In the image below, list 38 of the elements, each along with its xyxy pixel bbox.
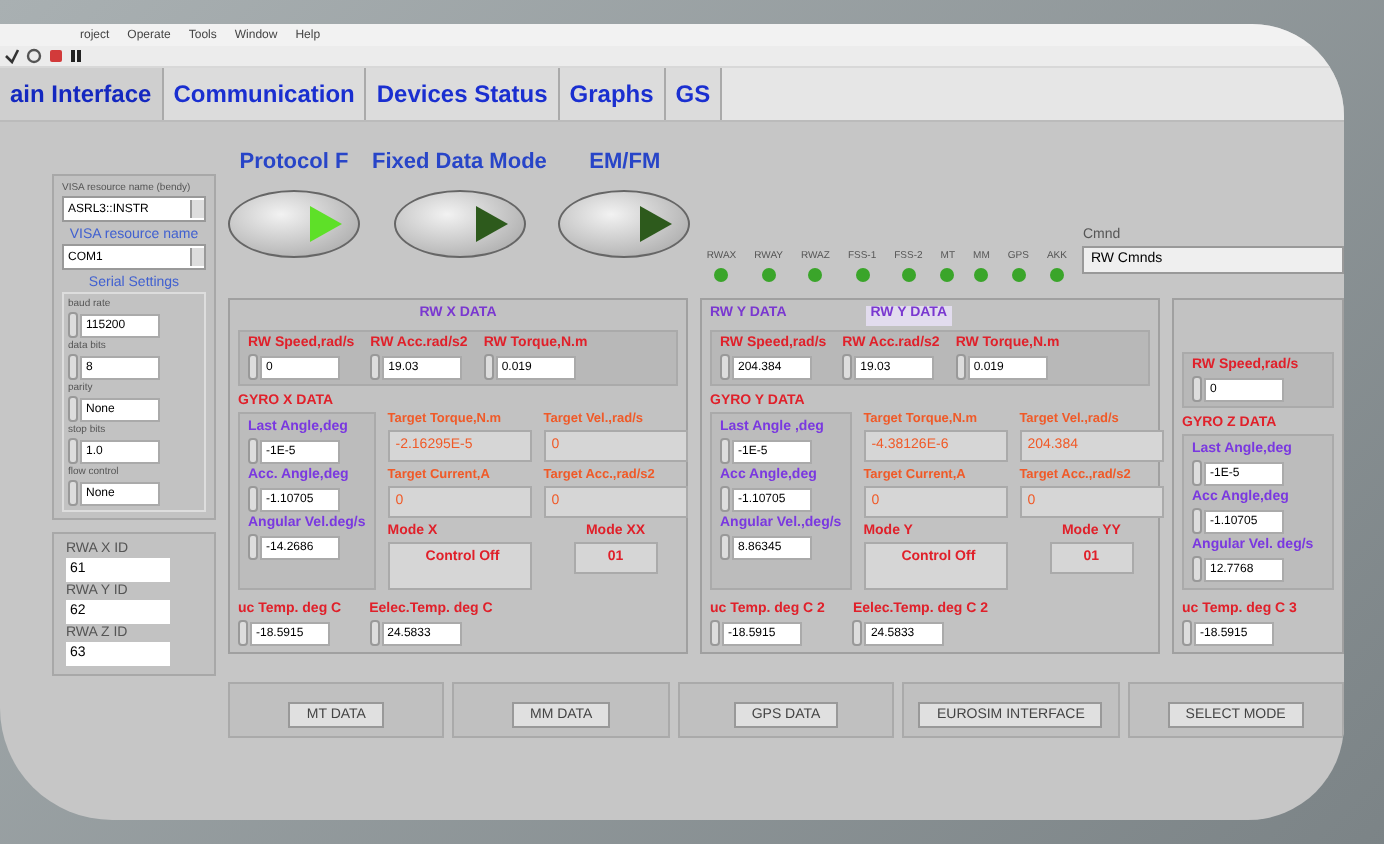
- spinner-icon: [248, 534, 258, 560]
- tab[interactable]: GS: [665, 68, 723, 120]
- spinner-icon: [68, 312, 78, 338]
- spinner-icon: [1192, 508, 1202, 534]
- spinner-icon: [852, 620, 863, 646]
- spinner-icon: [68, 438, 78, 464]
- spinner-icon: [68, 354, 78, 380]
- spinner-icon: [483, 354, 494, 380]
- tab[interactable]: Devices Status: [366, 68, 560, 120]
- switch-label: Protocol F: [239, 150, 349, 174]
- spinner-icon: [1192, 376, 1202, 402]
- spinner-icon: [720, 438, 730, 464]
- spinner-icon: [955, 354, 966, 380]
- spinner-icon: [720, 354, 730, 380]
- spinner-icon: [720, 534, 730, 560]
- tab[interactable]: ain Interface: [0, 68, 164, 120]
- spinner-icon: [238, 620, 248, 646]
- spinner-icon: [370, 354, 381, 380]
- spinner-icon: [842, 354, 853, 380]
- stop-icon[interactable]: [48, 48, 64, 64]
- spinner-icon: [248, 438, 258, 464]
- switch-label: Fixed Data Mode: [372, 150, 547, 174]
- spinner-icon: [369, 620, 380, 646]
- dropdown-caret-icon: [190, 200, 204, 218]
- switch-label: EM/FM: [589, 150, 661, 174]
- tab[interactable]: Communication: [163, 68, 367, 120]
- dropdown-caret-icon: [190, 248, 204, 266]
- spinner-icon: [720, 486, 730, 512]
- spinner-icon: [68, 480, 78, 506]
- spinner-icon: [68, 396, 78, 422]
- spinner-icon: [710, 620, 720, 646]
- spinner-icon: [1192, 460, 1202, 486]
- pause-icon[interactable]: [70, 48, 82, 64]
- spinner-icon: [1192, 556, 1202, 582]
- spinner-icon: [248, 486, 258, 512]
- tab[interactable]: Graphs: [559, 68, 666, 120]
- spinner-icon: [1182, 620, 1192, 646]
- spinner-icon: [248, 354, 258, 380]
